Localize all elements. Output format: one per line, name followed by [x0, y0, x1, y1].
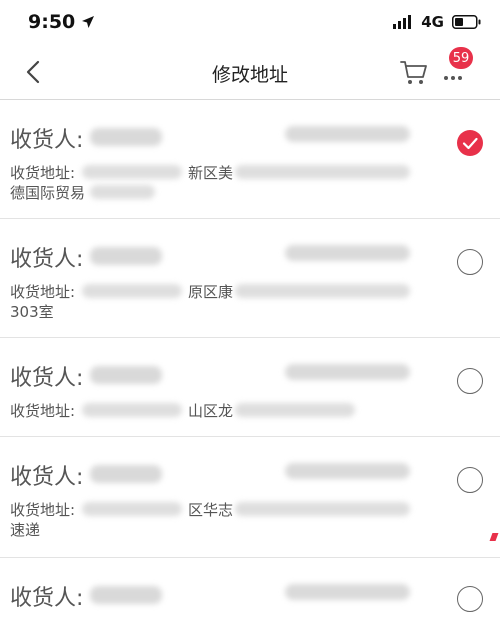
address-blurred — [82, 284, 182, 298]
address-blurred — [82, 403, 182, 417]
address-label: 收货地址: — [10, 501, 76, 519]
address-item[interactable]: 收货人: — [0, 558, 500, 620]
cart-badge: 59 — [449, 47, 473, 69]
select-radio[interactable] — [457, 467, 483, 493]
receiver-phone-blurred — [285, 245, 410, 261]
receiver-name-blurred — [90, 586, 162, 604]
receiver-name-blurred — [90, 366, 162, 384]
receiver-label: 收货人: — [10, 586, 84, 611]
status-bar: 9:50 4G — [0, 0, 500, 44]
address-label: 收货地址: — [10, 402, 76, 420]
address-fragment: 原区康 — [188, 283, 234, 301]
address-blurred — [90, 185, 155, 199]
receiver-label: 收货人: — [10, 247, 84, 272]
address-item[interactable]: 收货人: 收货地址: 区华志 速递 — [0, 437, 500, 558]
address-second-line: 德国际贸易 — [10, 184, 86, 202]
address-second-line: 速递 — [10, 521, 41, 539]
receiver-label: 收货人: — [10, 465, 84, 490]
receiver-phone-blurred — [285, 584, 410, 600]
receiver-phone-blurred — [285, 364, 410, 380]
address-fragment: 山区龙 — [188, 402, 234, 420]
select-radio[interactable] — [457, 368, 483, 394]
address-label: 收货地址: — [10, 283, 76, 301]
nav-bar: 修改地址 — [0, 44, 500, 100]
address-fragment: 区华志 — [188, 501, 234, 519]
selected-check-icon[interactable] — [457, 130, 483, 156]
address-blurred — [82, 502, 182, 516]
address-blurred — [235, 403, 355, 417]
cart-icon[interactable] — [398, 56, 430, 88]
network-type: 4G — [421, 13, 444, 31]
address-blurred — [235, 284, 410, 298]
signal-icon — [393, 15, 412, 29]
receiver-name-blurred — [90, 128, 162, 146]
address-list: 收货人: 收货地址: 新区美 德国际贸易 收货人: 收货地址: 原区康 303室… — [0, 100, 500, 620]
address-blurred — [235, 165, 410, 179]
select-radio[interactable] — [457, 586, 483, 612]
status-time: 9:50 — [28, 11, 95, 33]
address-label: 收货地址: — [10, 164, 76, 182]
address-blurred — [235, 502, 410, 516]
receiver-name-blurred — [90, 247, 162, 265]
location-arrow-icon — [82, 16, 95, 28]
address-blurred — [82, 165, 182, 179]
address-item[interactable]: 收货人: 收货地址: 山区龙 — [0, 338, 500, 437]
receiver-label: 收货人: — [10, 128, 84, 153]
address-second-line: 303室 — [10, 303, 54, 321]
receiver-phone-blurred — [285, 126, 410, 142]
address-fragment: 新区美 — [188, 164, 234, 182]
address-item[interactable]: 收货人: 收货地址: 新区美 德国际贸易 — [0, 100, 500, 219]
receiver-phone-blurred — [285, 463, 410, 479]
address-item[interactable]: 收货人: 收货地址: 原区康 303室 — [0, 219, 500, 338]
battery-icon — [452, 15, 481, 29]
receiver-name-blurred — [90, 465, 162, 483]
select-radio[interactable] — [457, 249, 483, 275]
status-indicators: 4G — [393, 13, 482, 31]
time-text: 9:50 — [28, 11, 76, 33]
receiver-label: 收货人: — [10, 366, 84, 391]
